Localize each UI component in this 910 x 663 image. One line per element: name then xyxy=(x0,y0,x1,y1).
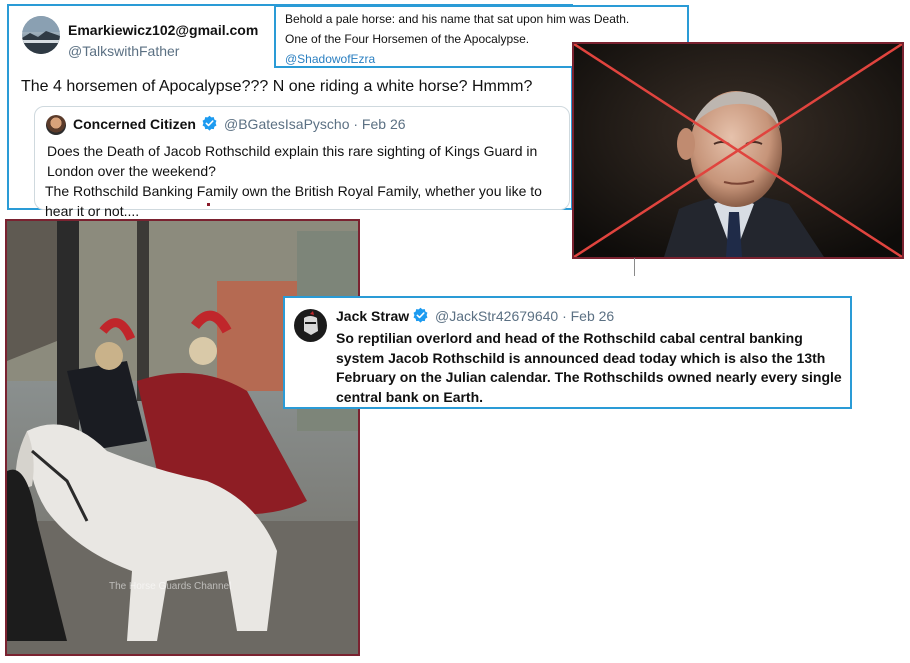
avatar[interactable] xyxy=(46,115,66,135)
author-handle[interactable]: @BGatesIsaPyscho · Feb 26 xyxy=(224,116,406,132)
author-name[interactable]: Jack Straw xyxy=(336,308,409,324)
quote-line: Behold a pale horse: and his name that s… xyxy=(285,12,630,26)
verified-badge-icon xyxy=(413,307,428,323)
author-name[interactable]: Emarkiewicz102@gmail.com xyxy=(68,22,258,38)
portrait-image xyxy=(574,44,902,257)
verified-badge-icon xyxy=(202,115,217,131)
tweet-text-continued: The Rothschild Banking Family own the Br… xyxy=(45,183,542,219)
knight-helmet-icon xyxy=(304,311,318,335)
avatar[interactable] xyxy=(22,16,60,54)
avatar[interactable] xyxy=(294,309,327,342)
quote-line: One of the Four Horsemen of the Apocalyp… xyxy=(285,32,530,46)
author-handle[interactable]: @TalkswithFather xyxy=(68,43,179,59)
quoted-tweet[interactable]: Concerned Citizen @BGatesIsaPyscho · Feb… xyxy=(34,106,570,219)
kings-guard-video-still[interactable]: The Horse Guards Channel xyxy=(5,219,360,656)
quote-handle-link[interactable]: @ShadowofEzra xyxy=(285,52,375,66)
decorative-dot xyxy=(207,203,210,206)
jack-straw-tweet-card[interactable]: Jack Straw @JackStr42679640 · Feb 26 So … xyxy=(283,296,852,409)
avatar-landscape-image xyxy=(22,16,60,54)
video-watermark: The Horse Guards Channel xyxy=(109,581,232,592)
divider xyxy=(634,258,635,276)
tweet-text: So reptilian overlord and head of the Ro… xyxy=(336,330,842,405)
tweet-text: Does the Death of Jacob Rothschild expla… xyxy=(47,143,538,179)
crossed-out-portrait xyxy=(572,42,904,259)
author-handle[interactable]: @JackStr42679640 · Feb 26 xyxy=(435,308,614,324)
author-name[interactable]: Concerned Citizen xyxy=(73,116,196,132)
tweet-text: The 4 horsemen of Apocalypse??? N one ri… xyxy=(21,78,533,95)
